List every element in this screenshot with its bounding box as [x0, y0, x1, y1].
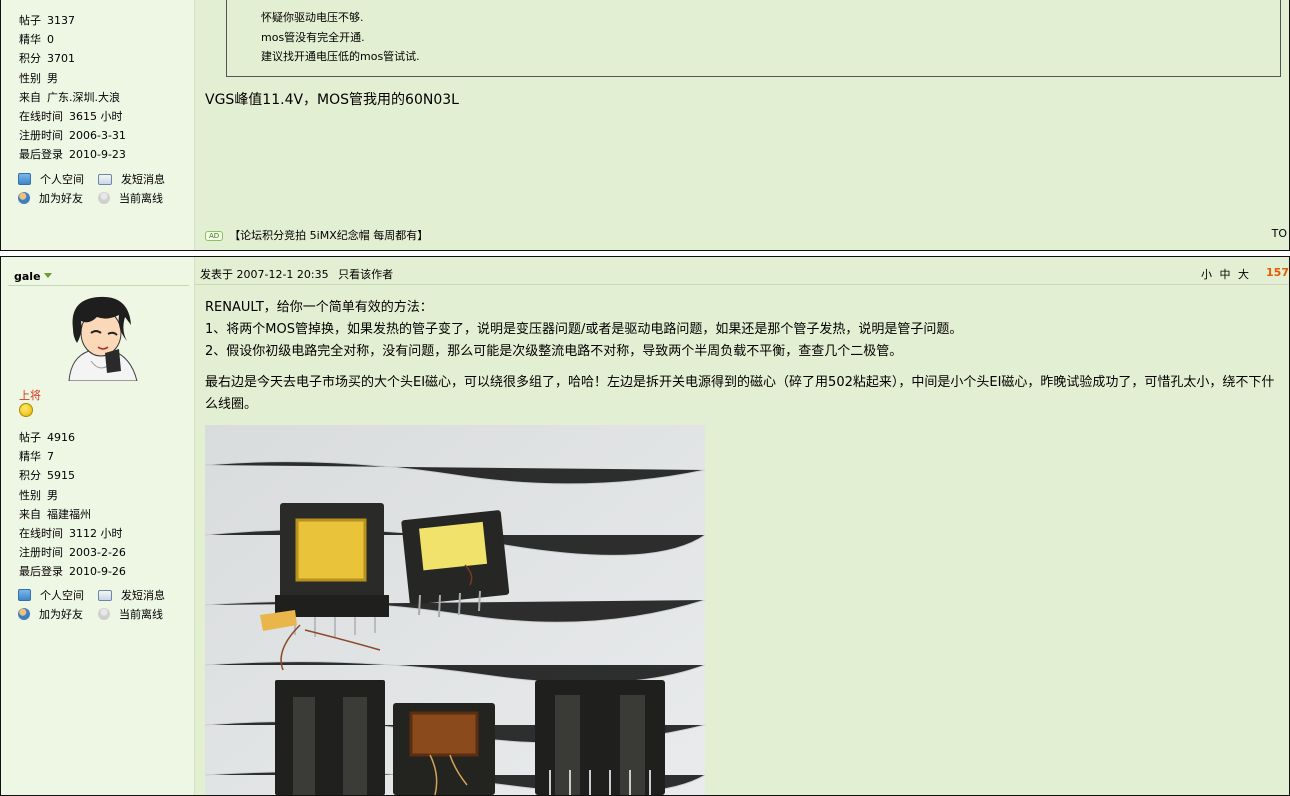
- add-friend-label: 加为好友: [39, 192, 83, 205]
- stat-label: 帖子: [19, 14, 41, 27]
- post-message: VGS峰值11.4V，MOS管我用的60N03L: [205, 92, 459, 108]
- post-line: RENAULT，给你一个简单有效的方法：: [205, 300, 433, 315]
- online-status: 当前离线: [98, 605, 178, 624]
- stat-label: 来自: [19, 507, 41, 521]
- stat-value: 男: [47, 71, 58, 85]
- ad-text: 【论坛积分竞拍 5iMX纪念帽 每周都有】: [229, 229, 429, 242]
- home-icon: [18, 173, 31, 185]
- only-author-link[interactable]: 只看该作者: [338, 268, 393, 281]
- add-friend-link[interactable]: 加为好友: [18, 605, 98, 624]
- send-message-link[interactable]: 发短消息: [98, 170, 178, 189]
- transformer-cores-photo[interactable]: [205, 425, 705, 795]
- stat-value: 3112 小时: [69, 527, 123, 541]
- post-paragraph: 最右边是今天去电子市场买的大个头EI磁心，可以绕很多组了，哈哈！左边是拆开关电源…: [205, 375, 1275, 412]
- add-friend-icon: [18, 608, 30, 620]
- message-icon: [98, 174, 112, 185]
- stat-label: 注册时间: [19, 546, 63, 560]
- user-rank: 上将: [19, 389, 41, 402]
- stat-value: 男: [47, 488, 58, 502]
- online-status: 当前离线: [98, 189, 178, 208]
- stat-value: 2003-2-26: [69, 546, 126, 560]
- stat-label: 在线时间: [19, 110, 63, 124]
- stat-label: 积分: [19, 52, 41, 66]
- online-status-label: 当前离线: [119, 608, 163, 621]
- message-icon: [98, 590, 112, 601]
- stat-label: 精华: [19, 450, 41, 464]
- stat-value: 3701: [47, 52, 75, 66]
- post-1-sidebar: 帖子 3137 精华 0 积分 3701 性别男 来自 广东.深圳.大浪 在线时间 361…: [1, 0, 195, 250]
- stat-label: 性别: [19, 488, 41, 502]
- post-1: 帖子 3137 精华 0 积分 3701 性别男 来自 广东.深圳.大浪 在线时间 361…: [0, 0, 1290, 251]
- quote-line: 建议找开通电压低的mos管试试.: [261, 50, 420, 63]
- send-message-label: 发短消息: [121, 589, 165, 602]
- stat-label: 帖子: [19, 431, 41, 444]
- add-friend-icon: [18, 192, 30, 204]
- font-size-controls[interactable]: 小 中 大: [1201, 266, 1249, 282]
- personal-space-link[interactable]: 个人空间: [18, 170, 98, 189]
- post-2-content: 发表于 2007-12-1 20:35 只看该作者 小 中 大 157 RENA…: [195, 257, 1289, 795]
- quote-line: mos管没有完全开通.: [261, 30, 365, 44]
- post-2-sidebar: gale 上将 帖子 4916 精华 7 积分 5915 性别男 来自 福建福州 在线时…: [1, 257, 195, 795]
- user-stats: 帖子 4916 精华 7 积分 5915 性别男 来自 福建福州 在线时间 3112 小时…: [19, 428, 126, 582]
- stat-value: 福建福州: [47, 507, 91, 521]
- send-message-label: 发短消息: [121, 173, 165, 186]
- stat-label: 最后登录: [19, 565, 63, 579]
- personal-space-label: 个人空间: [40, 589, 84, 602]
- quote-line: 怀疑你驱动电压不够.: [261, 11, 364, 24]
- author-label: gale: [14, 270, 41, 283]
- stat-value: 4916: [47, 431, 75, 444]
- top-link[interactable]: TO: [1272, 227, 1287, 240]
- post-1-content: 怀疑你驱动电压不够. mos管没有完全开通. 建议找开通电压低的mos管试试. …: [195, 0, 1289, 250]
- post-header: 发表于 2007-12-1 20:35 只看该作者: [200, 266, 399, 282]
- stat-label: 性别: [19, 71, 41, 85]
- floor-number[interactable]: 157: [1266, 266, 1289, 279]
- avatar[interactable]: [61, 291, 141, 381]
- ad-link[interactable]: AD 【论坛积分竞拍 5iMX纪念帽 每周都有】: [205, 227, 428, 243]
- stat-value: 2006-3-31: [69, 129, 126, 143]
- add-friend-link[interactable]: 加为好友: [18, 189, 98, 208]
- personal-space-link[interactable]: 个人空间: [18, 586, 98, 605]
- stat-value: 3615 小时: [69, 110, 123, 124]
- stat-label: 来自: [19, 90, 41, 104]
- stat-value: 广东.深圳.大浪: [47, 90, 120, 104]
- offline-icon: [98, 192, 110, 204]
- add-friend-label: 加为好友: [39, 608, 83, 621]
- home-icon: [18, 589, 31, 601]
- divider: [8, 285, 189, 286]
- stat-value: 2010-9-26: [69, 565, 126, 579]
- caret-down-icon: [43, 273, 52, 278]
- stat-value: 3137: [47, 14, 75, 27]
- stat-value: 2010-9-23: [69, 148, 126, 162]
- ad-badge-icon: AD: [205, 231, 224, 241]
- stat-label: 在线时间: [19, 527, 63, 541]
- personal-space-label: 个人空间: [40, 173, 84, 186]
- user-actions: 个人空间 发短消息 加为好友 当前离线: [18, 170, 178, 208]
- stat-label: 最后登录: [19, 148, 63, 162]
- post-line: 1、将两个MOS管掉换，如果发热的管子变了，说明是变压器问题/或者是驱动电路问题…: [205, 322, 963, 337]
- offline-icon: [98, 608, 110, 620]
- stat-label: 精华: [19, 33, 41, 47]
- post-line: 2、假设你初级电路完全对称，没有问题，那么可能是次级整流电路不对称，导致两个半周…: [205, 344, 903, 359]
- stat-label: 注册时间: [19, 129, 63, 143]
- user-stats: 帖子 3137 精华 0 积分 3701 性别男 来自 广东.深圳.大浪 在线时间 361…: [19, 11, 126, 165]
- post-body: RENAULT，给你一个简单有效的方法： 1、将两个MOS管掉换，如果发热的管子…: [205, 297, 1285, 416]
- post-2: gale 上将 帖子 4916 精华 7 积分 5915 性别男 来自 福建福州 在线时…: [0, 256, 1290, 796]
- stat-label: 积分: [19, 469, 41, 483]
- stat-value: 7: [47, 450, 54, 464]
- smiley-icon: [19, 403, 33, 417]
- stat-value: 0: [47, 33, 54, 47]
- header-divider: [195, 284, 1289, 285]
- stat-value: 5915: [47, 469, 75, 483]
- user-actions: 个人空间 发短消息 加为好友 当前离线: [18, 586, 178, 624]
- quote-block: 怀疑你驱动电压不够. mos管没有完全开通. 建议找开通电压低的mos管试试.: [226, 0, 1281, 77]
- author-name[interactable]: gale: [14, 270, 52, 283]
- online-status-label: 当前离线: [119, 192, 163, 205]
- post-date: 发表于 2007-12-1 20:35: [200, 268, 329, 281]
- send-message-link[interactable]: 发短消息: [98, 586, 178, 605]
